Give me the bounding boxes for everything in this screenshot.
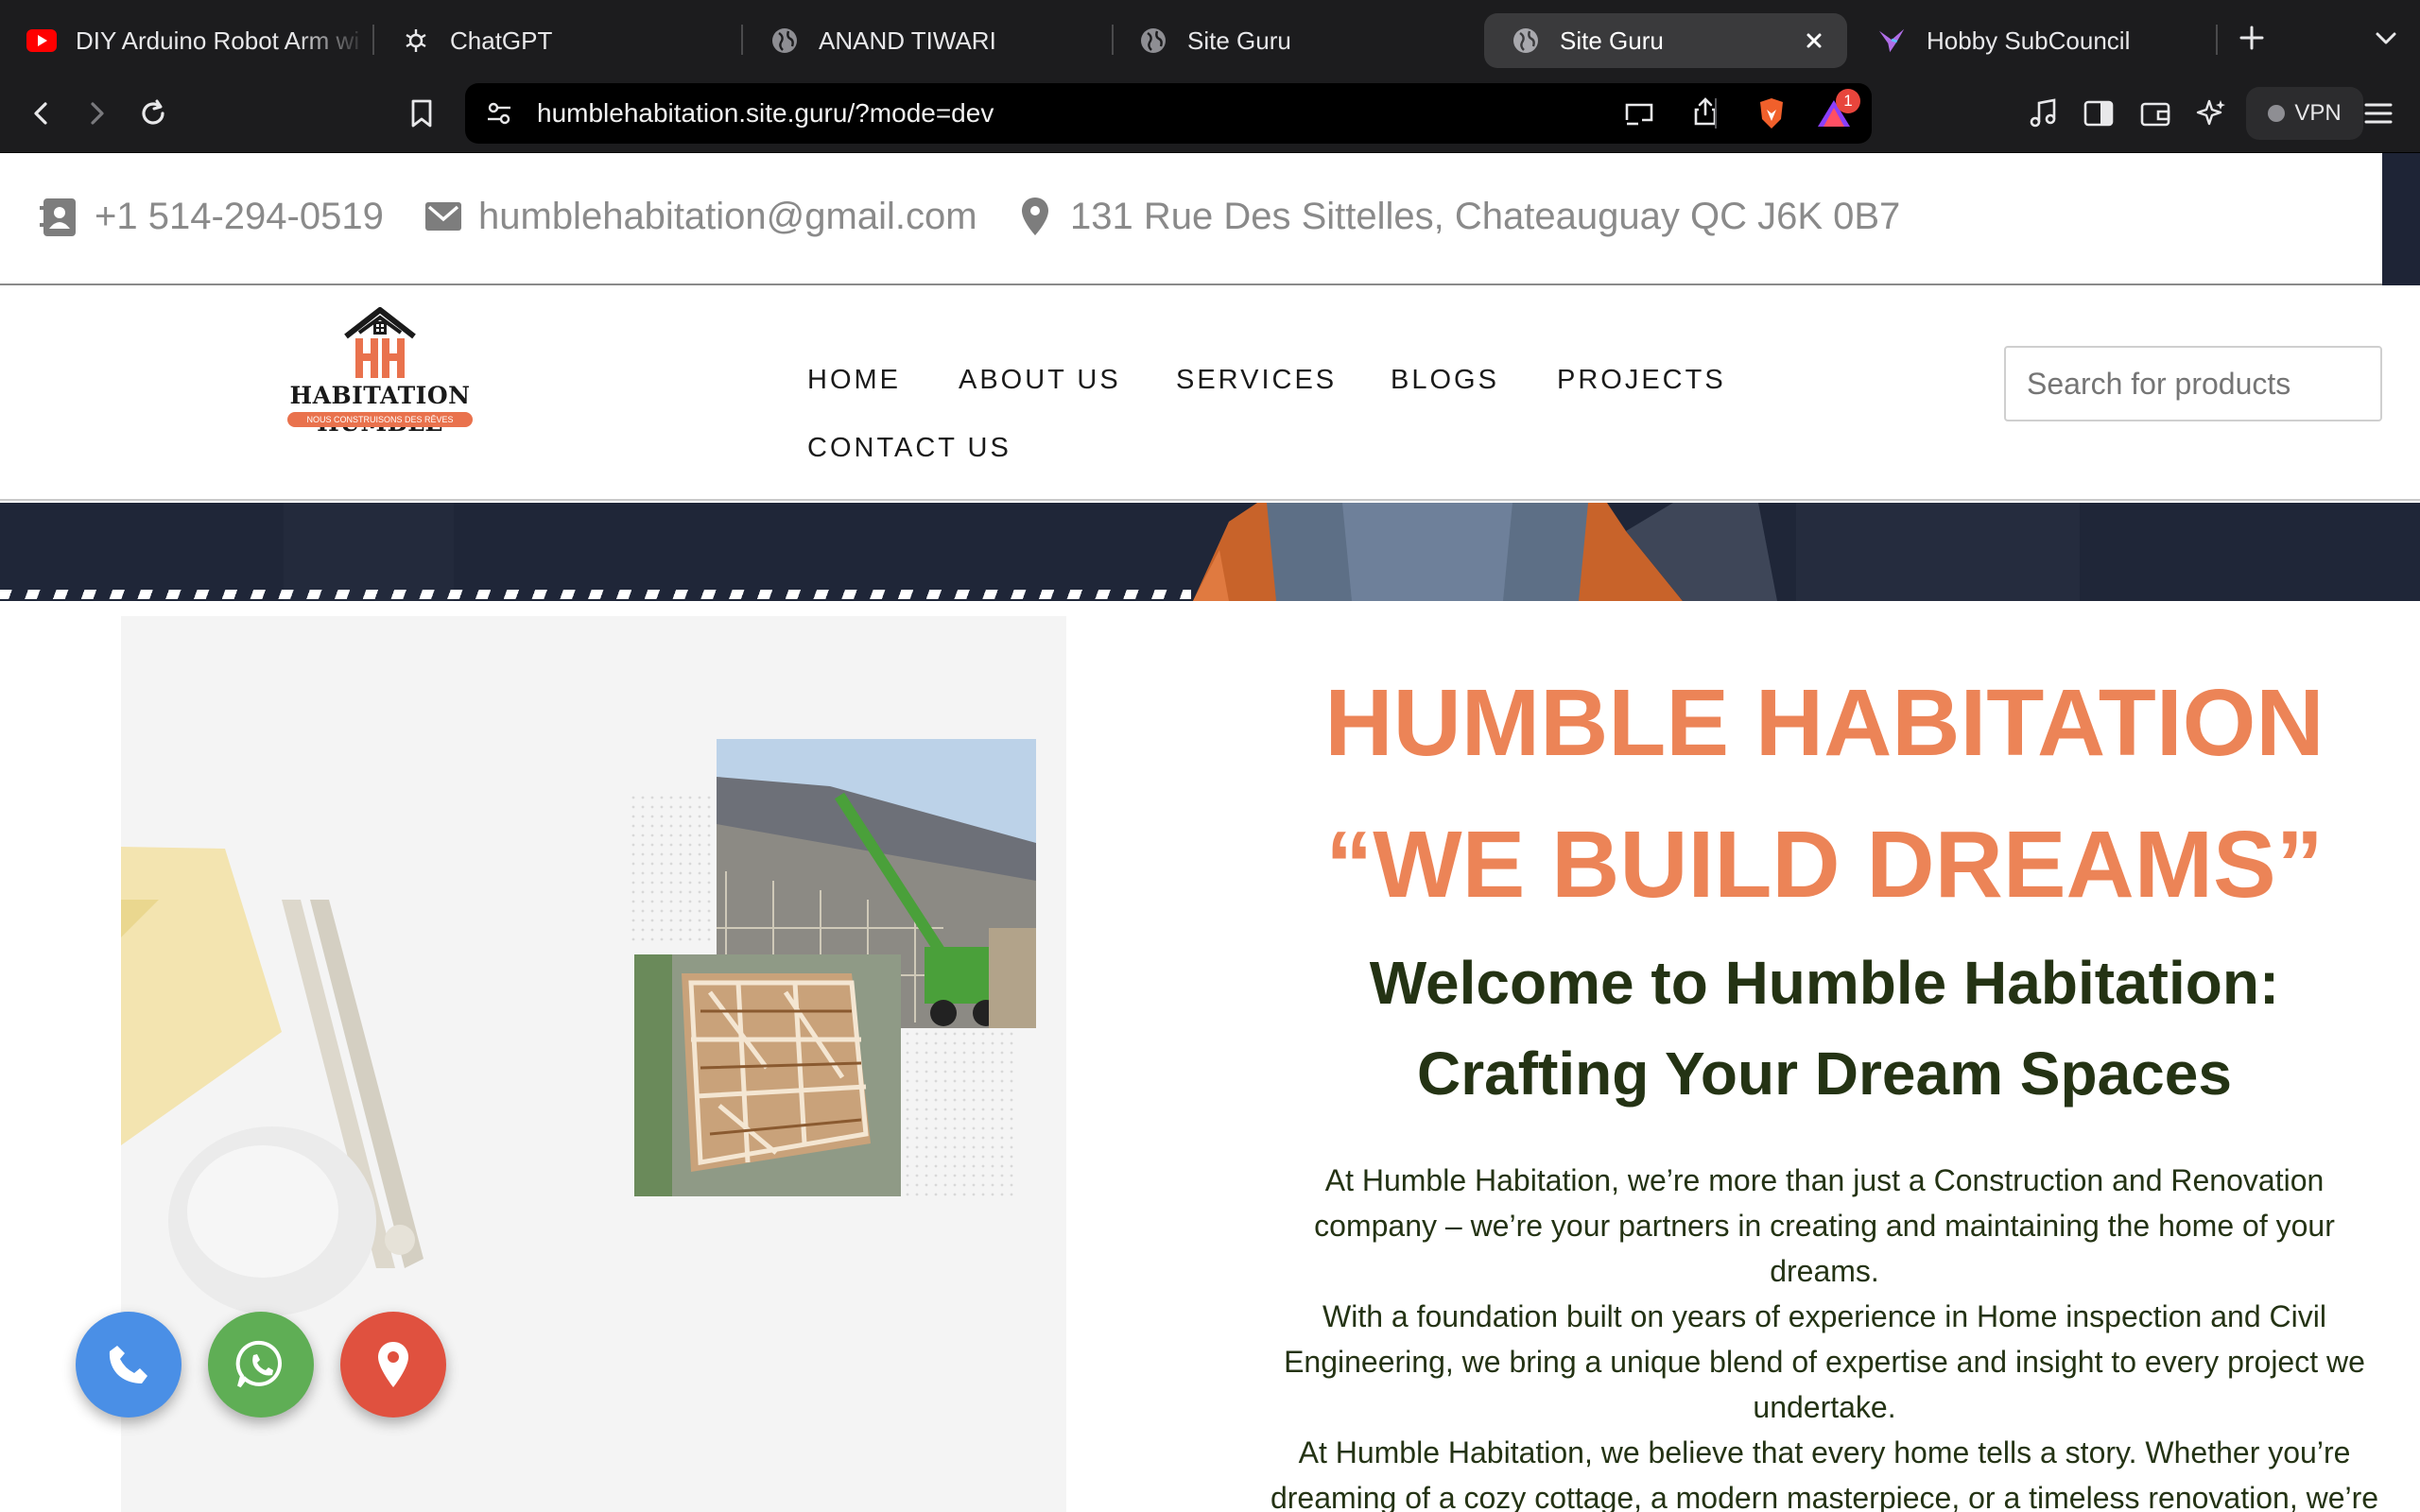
hazard-stripe-decoration bbox=[0, 590, 1191, 599]
logo-house-icon bbox=[344, 307, 416, 378]
brave-shield-icon[interactable] bbox=[1751, 93, 1792, 134]
browser-tab-bar: DIY Arduino Robot Arm wi ChatGPT ANAND T… bbox=[0, 0, 2420, 76]
intro-paragraph-3: At Humble Habitation, we believe that ev… bbox=[1257, 1430, 2392, 1512]
chevron-down-icon[interactable] bbox=[2365, 17, 2407, 59]
notification-badge: 1 bbox=[1836, 89, 1860, 113]
site-header: HABITATION HUMBLE NOUS CONSTRUISONS DES … bbox=[0, 287, 2420, 501]
logo-name: HABITATION HUMBLE bbox=[289, 382, 471, 437]
menu-icon[interactable] bbox=[2358, 93, 2399, 134]
tab-title: DIY Arduino Robot Arm wi bbox=[76, 26, 360, 55]
hero-banner-image bbox=[0, 503, 2420, 601]
paragraph-line: undertake. bbox=[1753, 1390, 1896, 1424]
youtube-icon bbox=[26, 26, 57, 56]
globe-icon bbox=[769, 26, 800, 56]
divider bbox=[1715, 98, 1717, 129]
vpn-status-icon bbox=[2268, 105, 2286, 122]
paragraph-line: At Humble Habitation, we believe that ev… bbox=[1298, 1435, 2351, 1469]
whatsapp-button[interactable] bbox=[208, 1312, 314, 1418]
paragraph-line: dreams. bbox=[1770, 1254, 1879, 1288]
whatsapp-icon bbox=[235, 1340, 282, 1388]
share-icon[interactable] bbox=[1685, 91, 1726, 132]
tab-youtube[interactable]: DIY Arduino Robot Arm wi bbox=[0, 13, 369, 68]
contact-info-bar: +1 514-294-0519 humblehabitation@gmail.c… bbox=[0, 153, 2382, 285]
email-info[interactable]: humblehabitation@gmail.com bbox=[422, 195, 977, 238]
nav-home[interactable]: HOME bbox=[807, 365, 901, 396]
address-text: 131 Rue Des Sittelles, Chateauguay QC J6… bbox=[1070, 195, 1901, 237]
site-logo[interactable]: HABITATION HUMBLE NOUS CONSTRUISONS DES … bbox=[248, 304, 512, 437]
tab-anand-tiwari[interactable]: ANAND TIWARI bbox=[743, 13, 1102, 68]
address-info[interactable]: 131 Rue Des Sittelles, Chateauguay QC J6… bbox=[1013, 195, 1900, 238]
paragraph-line: company – we’re your partners in creatin… bbox=[1314, 1209, 2335, 1243]
phone-info[interactable]: +1 514-294-0519 bbox=[38, 195, 384, 238]
nav-blogs[interactable]: BLOGS bbox=[1391, 365, 1499, 396]
intro-paragraph-1: At Humble Habitation, we’re more than ju… bbox=[1257, 1158, 2392, 1294]
hummingbird-icon bbox=[1877, 26, 1908, 56]
logo-tagline: NOUS CONSTRUISONS DES RÊVES bbox=[287, 412, 473, 427]
tab-site-guru-active[interactable]: Site Guru bbox=[1484, 13, 1847, 68]
address-bar[interactable]: humblehabitation.site.guru/?mode=dev 1 bbox=[465, 83, 1872, 144]
site-settings-icon[interactable] bbox=[478, 93, 520, 134]
dark-edge-block bbox=[2382, 153, 2420, 285]
vpn-button[interactable]: VPN bbox=[2246, 87, 2363, 140]
map-pin-icon bbox=[378, 1342, 408, 1387]
email-text: humblehabitation@gmail.com bbox=[478, 195, 977, 237]
tab-title: Hobby SubCouncil bbox=[1927, 26, 2131, 55]
sidebar-icon[interactable] bbox=[2078, 93, 2119, 134]
nav-about-us[interactable]: ABOUT US bbox=[959, 365, 1121, 396]
close-tab-icon[interactable] bbox=[1800, 26, 1828, 55]
call-button[interactable] bbox=[76, 1312, 182, 1418]
cast-icon[interactable] bbox=[1618, 93, 1660, 134]
browser-toolbar: humblehabitation.site.guru/?mode=dev 1 V… bbox=[0, 76, 2420, 153]
reload-icon[interactable] bbox=[132, 93, 174, 134]
location-pin-icon bbox=[1013, 195, 1057, 238]
worker-photo bbox=[0, 503, 2420, 601]
vpn-label: VPN bbox=[2294, 100, 2342, 126]
product-search-input[interactable] bbox=[2004, 346, 2382, 421]
chatgpt-icon bbox=[401, 26, 431, 56]
hero-title-line1: HUMBLE HABITATION bbox=[1324, 670, 2325, 776]
paragraph-line: With a foundation built on years of expe… bbox=[1322, 1299, 2326, 1333]
hero-subtitle-line1: Welcome to Humble Habitation: bbox=[1369, 949, 2280, 1017]
tab-title: Site Guru bbox=[1560, 26, 1664, 55]
tab-separator bbox=[2216, 25, 2218, 55]
phone-text: +1 514-294-0519 bbox=[95, 195, 384, 237]
tab-title: ChatGPT bbox=[450, 26, 553, 55]
nav-projects[interactable]: PROJECTS bbox=[1557, 365, 1726, 396]
hero-title-line2: “WE BUILD DREAMS” bbox=[1325, 812, 2324, 918]
tab-title: Site Guru bbox=[1187, 26, 1291, 55]
paragraph-line: Engineering, we bring a unique blend of … bbox=[1284, 1345, 2365, 1379]
tab-site-guru[interactable]: Site Guru bbox=[1112, 13, 1471, 68]
music-icon[interactable] bbox=[2023, 93, 2065, 134]
globe-icon bbox=[1138, 26, 1168, 56]
paragraph-line: dreaming of a cozy cottage, a modern mas… bbox=[1270, 1481, 2379, 1512]
mail-icon bbox=[422, 195, 465, 238]
hero-subtitle-line2: Crafting Your Dream Spaces bbox=[1417, 1040, 2232, 1108]
tab-hobby-subcouncil[interactable]: Hobby SubCouncil bbox=[1851, 13, 2229, 68]
nav-contact-us[interactable]: CONTACT US bbox=[807, 433, 1011, 464]
tab-chatgpt[interactable]: ChatGPT bbox=[374, 13, 734, 68]
url-text: humblehabitation.site.guru/?mode=dev bbox=[537, 98, 994, 128]
paragraph-line: At Humble Habitation, we’re more than ju… bbox=[1324, 1163, 2325, 1197]
phone-icon bbox=[109, 1346, 147, 1383]
new-tab-icon[interactable] bbox=[2231, 17, 2273, 59]
brave-rewards-icon[interactable]: 1 bbox=[1813, 89, 1860, 134]
intro-paragraph-2: With a foundation built on years of expe… bbox=[1257, 1294, 2392, 1430]
framing-aerial-photo bbox=[634, 954, 901, 1196]
leo-ai-icon[interactable] bbox=[2191, 93, 2233, 134]
location-button[interactable] bbox=[340, 1312, 446, 1418]
wallet-icon[interactable] bbox=[2135, 93, 2176, 134]
contact-card-icon bbox=[38, 195, 81, 238]
nav-services[interactable]: SERVICES bbox=[1176, 365, 1337, 396]
bookmark-icon[interactable] bbox=[401, 93, 442, 134]
globe-icon bbox=[1511, 26, 1541, 56]
back-icon[interactable] bbox=[21, 93, 62, 134]
tab-title: ANAND TIWARI bbox=[819, 26, 996, 55]
forward-icon[interactable] bbox=[76, 93, 117, 134]
